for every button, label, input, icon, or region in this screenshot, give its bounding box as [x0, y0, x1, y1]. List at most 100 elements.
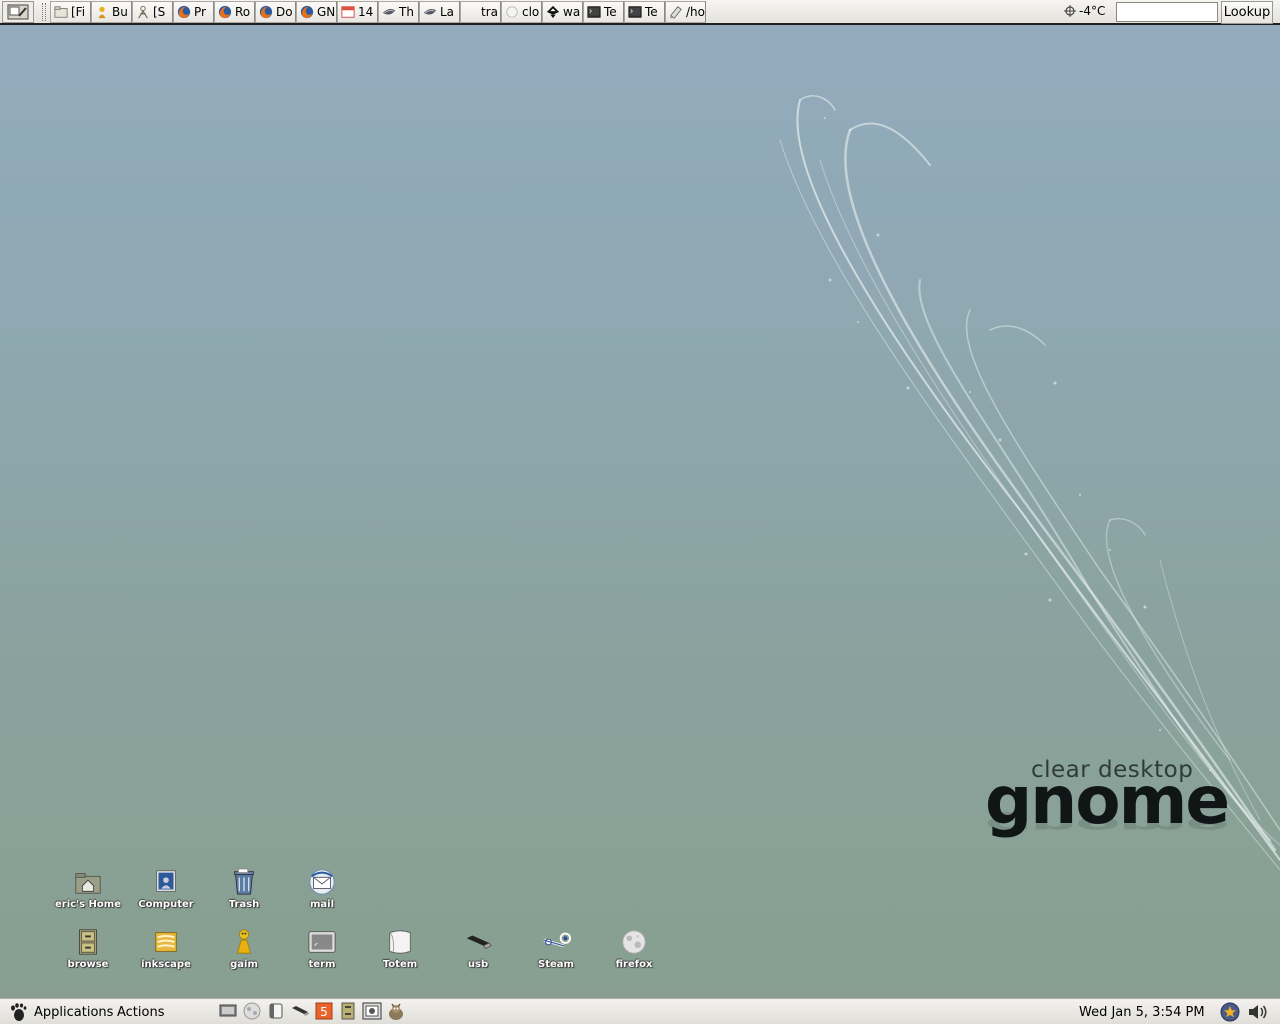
terminal-icon [627, 4, 643, 20]
panel-drag-handle[interactable] [42, 3, 46, 21]
bottom-panel: Applications Actions 5 Wed Jan 5, 3:54 P… [0, 998, 1280, 1024]
totem-icon [269, 1003, 283, 1019]
desktop-icon-label: Computer [138, 899, 194, 910]
html-editor-icon: 5 [315, 1002, 333, 1020]
taskbar-window-button[interactable]: Pr [173, 1, 214, 23]
firefox-icon [618, 926, 650, 958]
blank-icon [463, 4, 479, 20]
desktop-icon-label: gaim [230, 959, 258, 970]
taskbar-window-button[interactable]: [Fi [50, 1, 91, 23]
epiphany-icon [381, 4, 397, 20]
wallpaper-swoosh [779, 95, 1280, 870]
firefox-icon [299, 4, 315, 20]
desktop-icon-label: inkscape [141, 959, 191, 970]
monitor-icon [219, 1004, 237, 1017]
taskbar-window-button[interactable]: Te [583, 1, 624, 23]
launcher-bar: 5 [218, 1001, 406, 1021]
launcher-screenshot[interactable] [362, 1001, 382, 1021]
taskbar-window-button[interactable]: Ro [214, 1, 255, 23]
taskbar-window-label: Ro [235, 5, 251, 19]
inkscape-doc-icon [150, 926, 182, 958]
weather-temperature: -4°C [1079, 4, 1106, 18]
desktop-icon-inkscape[interactable]: inkscape [128, 926, 204, 970]
weather-applet[interactable]: -4°C [1064, 4, 1105, 18]
svg-text:5: 5 [320, 1005, 328, 1019]
epiphany-icon [422, 4, 438, 20]
tray-volume[interactable] [1247, 1001, 1269, 1023]
taskbar-window-label: GN [317, 5, 336, 19]
taskbar-window-button[interactable]: tra [460, 1, 501, 23]
gaim-icon [228, 926, 260, 958]
show-desktop-button[interactable] [2, 1, 34, 23]
taskbar-window-label: /ho [686, 5, 705, 19]
computer-icon [150, 866, 182, 898]
launcher-totem[interactable] [266, 1001, 286, 1021]
taskbar-window-button[interactable]: /ho [665, 1, 706, 23]
taskbar-window-button[interactable]: La [419, 1, 460, 23]
screenshot-icon [362, 1002, 382, 1020]
clock-applet[interactable]: Wed Jan 5, 3:54 PM [1079, 1005, 1205, 1020]
wallpaper-brand-reflection: gnome [985, 811, 1229, 839]
desktop-icon-gaim[interactable]: gaim [206, 926, 282, 970]
desktop-icon-label: Steam [538, 959, 574, 970]
gnome-foot-icon[interactable] [8, 1002, 28, 1022]
text-editor-icon [668, 4, 684, 20]
usb-drive-icon [292, 1006, 309, 1016]
mail-icon [306, 866, 338, 898]
actions-menu[interactable]: Actions [117, 1005, 165, 1020]
launcher-firefox[interactable] [242, 1001, 262, 1021]
taskbar-window-label: [Fi [71, 5, 86, 19]
file-cabinet-icon [341, 1002, 355, 1020]
desktop-icon-eric-s-home[interactable]: eric's Home [50, 866, 126, 910]
taskbar-window-button[interactable]: GN [296, 1, 337, 23]
taskbar-window-button[interactable]: Do [255, 1, 296, 23]
update-star-icon [1220, 1002, 1240, 1022]
desktop-icon-browse[interactable]: browse [50, 926, 126, 970]
taskbar-window-label: wa [563, 5, 581, 19]
taskbar-window-label: Te [645, 5, 658, 19]
gimp-icon [389, 1003, 403, 1020]
taskbar-window-label: La [440, 5, 455, 19]
taskbar-window-label: Th [399, 5, 414, 19]
totem-icon [384, 926, 416, 958]
desktop-icon-label: usb [467, 959, 489, 970]
steam-icon [540, 926, 572, 958]
taskbar-window-label: Bu [112, 5, 128, 19]
taskbar-window-button[interactable]: 14 [337, 1, 378, 23]
inkscape-icon [545, 4, 561, 20]
desktop-icon-label: mail [309, 899, 335, 910]
applications-menu[interactable]: Applications [34, 1005, 113, 1020]
desktop-icon-mail[interactable]: mail [284, 866, 360, 910]
tray-update-notifier[interactable] [1219, 1001, 1241, 1023]
launcher-browse[interactable] [338, 1001, 358, 1021]
taskbar-window-button[interactable]: wa [542, 1, 583, 23]
taskbar-window-label: Te [604, 5, 617, 19]
launcher-gimp[interactable] [386, 1001, 406, 1021]
lookup-button[interactable]: Lookup [1221, 1, 1273, 24]
desktop-icon-label: term [308, 959, 336, 970]
desktop-icon-totem[interactable]: Totem [362, 926, 438, 970]
desktop-icon-label: browse [67, 959, 109, 970]
taskbar-window-button[interactable]: clo [501, 1, 542, 23]
launcher-usb[interactable] [290, 1001, 310, 1021]
dictionary-input[interactable] [1116, 2, 1218, 22]
top-panel: [Fi Bu [S Pr Ro Do GN 14 Th La tra clo wa Te Te/ho -4°… [0, 0, 1280, 25]
firefox-icon [176, 4, 192, 20]
show-desktop-icon [7, 4, 29, 20]
desktop-icon-usb[interactable]: usb [440, 926, 516, 970]
taskbar-window-label: Do [276, 5, 293, 19]
terminal-icon [586, 4, 602, 20]
desktop-icon-computer[interactable]: Computer [128, 866, 204, 910]
taskbar-window-button[interactable]: [S [132, 1, 173, 23]
desktop-icon-firefox[interactable]: firefox [596, 926, 672, 970]
launcher-show-desktop[interactable] [218, 1001, 238, 1021]
launcher-html-editor[interactable]: 5 [314, 1001, 334, 1021]
taskbar-window-label: tra [481, 5, 498, 19]
desktop-icon-steam[interactable]: Steam [518, 926, 594, 970]
taskbar-window-button[interactable]: Th [378, 1, 419, 23]
trash-icon [228, 866, 260, 898]
desktop-icon-trash[interactable]: Trash [206, 866, 282, 910]
taskbar-window-button[interactable]: Te [624, 1, 665, 23]
taskbar-window-button[interactable]: Bu [91, 1, 132, 23]
desktop-icon-term[interactable]: term [284, 926, 360, 970]
